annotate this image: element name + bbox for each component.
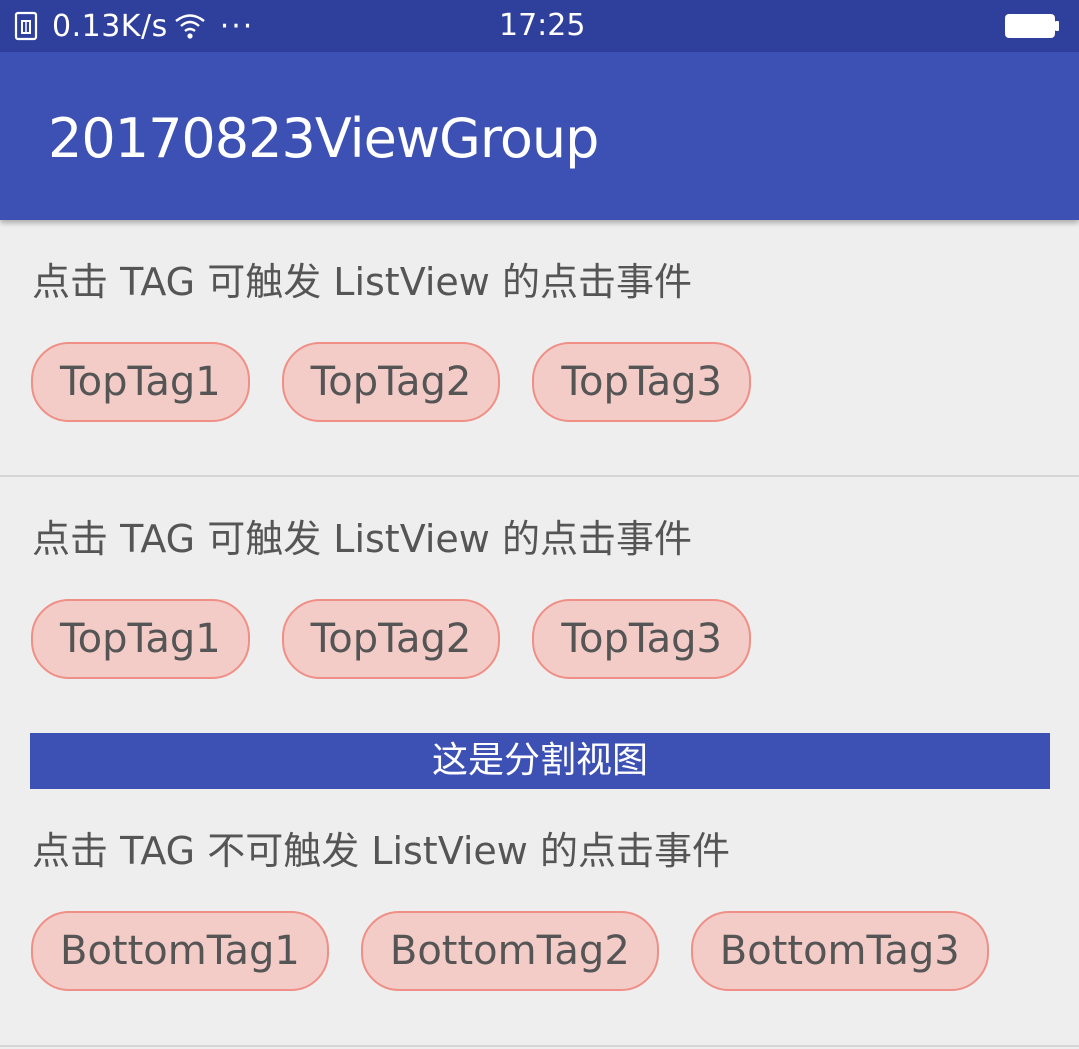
tag-group: TopTag1 TopTag2 TopTag3 (31, 599, 752, 679)
network-speed: 0.13K/s (52, 8, 168, 44)
tag-button[interactable]: TopTag3 (532, 599, 752, 679)
tag-button[interactable]: TopTag2 (281, 342, 501, 422)
list-item-label: 点击 TAG 可触发 ListView 的点击事件 (32, 517, 692, 561)
tag-button[interactable]: BottomTag1 (31, 911, 329, 991)
separator-view: 这是分割视图 (30, 733, 1050, 789)
tag-button[interactable]: BottomTag3 (690, 911, 989, 991)
app-title: 20170823ViewGroup (48, 107, 599, 170)
more-notifications-icon: ··· (219, 8, 255, 44)
list-divider (0, 1045, 1079, 1047)
tag-button[interactable]: TopTag1 (31, 599, 250, 679)
list-divider (0, 475, 1079, 477)
battery-icon (1005, 14, 1059, 38)
status-time: 17:25 (499, 8, 586, 43)
status-bar: 0.13K/s ··· 17:25 (0, 0, 1079, 52)
tag-button[interactable]: BottomTag2 (360, 911, 659, 991)
list-item-label: 点击 TAG 可触发 ListView 的点击事件 (32, 260, 692, 304)
app-bar: 20170823ViewGroup (0, 52, 1079, 220)
tag-button[interactable]: TopTag2 (281, 599, 501, 679)
tag-button[interactable]: TopTag3 (532, 342, 752, 422)
tag-group: TopTag1 TopTag2 TopTag3 (31, 342, 752, 422)
list-item-label: 点击 TAG 不可触发 ListView 的点击事件 (32, 829, 730, 873)
tag-button[interactable]: TopTag1 (31, 342, 250, 422)
wifi-icon (174, 14, 205, 39)
tag-group: BottomTag1 BottomTag2 BottomTag3 (31, 911, 989, 991)
status-left-group: 0.13K/s ··· (14, 8, 254, 44)
sim-icon (14, 11, 38, 41)
